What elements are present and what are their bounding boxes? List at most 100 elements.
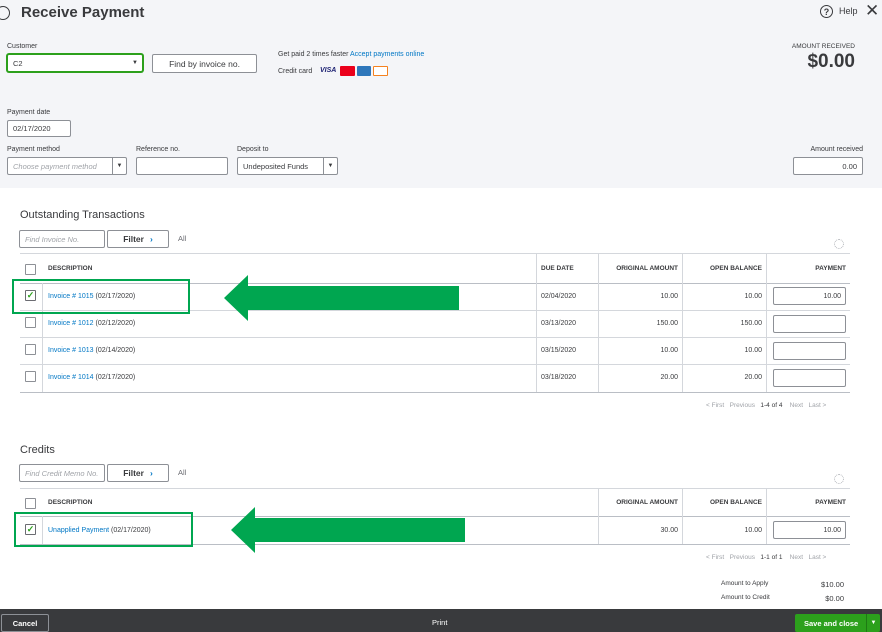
payment-input[interactable]: [773, 315, 846, 333]
open-balance-cell: 10.00: [744, 347, 762, 354]
credits-pager: < First Previous 1-1 of 1 Next Last >: [706, 554, 826, 561]
deposit-to-select[interactable]: Undeposited Funds ▼: [237, 157, 338, 175]
column-header[interactable]: PAYMENT: [815, 488, 846, 516]
cancel-button[interactable]: Cancel: [1, 614, 49, 632]
payment-input[interactable]: [773, 342, 846, 360]
column-header[interactable]: DUE DATE: [541, 253, 574, 283]
payment-date-input[interactable]: 02/17/2020: [7, 120, 71, 137]
pager-range: 1-4 of 4: [760, 402, 783, 409]
due-date-cell: 03/13/2020: [541, 320, 577, 327]
column-header[interactable]: ORIGINAL AMOUNT: [616, 253, 678, 283]
payment-input[interactable]: 10.00: [773, 521, 846, 539]
chevron-down-icon[interactable]: ▼: [112, 158, 126, 174]
row-checkbox[interactable]: [25, 317, 36, 328]
print-link[interactable]: Print: [432, 618, 447, 627]
amount-to-credit-label: Amount to Credit: [721, 594, 770, 601]
credit-memo-search-input[interactable]: Find Credit Memo No.: [19, 464, 105, 482]
pager-previous[interactable]: Previous: [730, 402, 755, 409]
customer-select[interactable]: C2 ▼: [7, 54, 143, 72]
help-link[interactable]: Help: [839, 6, 858, 16]
outstanding-title: Outstanding Transactions: [20, 209, 145, 221]
amount-to-apply-label: Amount to Apply: [721, 580, 769, 587]
payment-input[interactable]: 10.00: [773, 287, 846, 305]
open-balance-cell: 10.00: [744, 293, 762, 300]
arrow-left-icon: [224, 275, 459, 321]
amount-received-label: Amount received: [810, 146, 863, 153]
row-checkbox[interactable]: [25, 371, 36, 382]
pager-last[interactable]: Last >: [808, 554, 826, 561]
outstanding-table: DESCRIPTION DUE DATE ORIGINAL AMOUNT OPE…: [20, 253, 850, 393]
page-title: Receive Payment: [21, 4, 145, 21]
outstanding-pager: < First Previous 1-4 of 4 Next Last >: [706, 402, 826, 409]
promo-text: Get paid 2 times faster Accept payments …: [278, 51, 424, 58]
header-panel: [0, 0, 882, 188]
row-checkbox[interactable]: [25, 344, 36, 355]
description-cell: Invoice # 1013 (02/14/2020): [48, 347, 136, 354]
highlight-box: [12, 279, 190, 314]
original-amount-cell: 30.00: [660, 527, 678, 534]
find-by-invoice-button[interactable]: Find by invoice no.: [152, 54, 257, 73]
visa-icon: VISA: [320, 67, 337, 74]
pager-first[interactable]: < First: [706, 554, 724, 561]
reference-label: Reference no.: [136, 146, 180, 153]
original-amount-cell: 20.00: [660, 374, 678, 381]
credit-memo-search-placeholder: Find Credit Memo No.: [25, 468, 99, 478]
outstanding-filter-button[interactable]: Filter ›: [107, 230, 169, 248]
due-date-cell: 03/18/2020: [541, 374, 577, 381]
amount-to-credit-value: $0.00: [825, 594, 844, 603]
customer-label: Customer: [7, 43, 38, 50]
mastercard-icon: [340, 66, 355, 76]
save-and-close-button[interactable]: Save and close ▼: [795, 614, 880, 632]
open-balance-cell: 10.00: [744, 527, 762, 534]
invoice-link[interactable]: Invoice # 1012: [48, 320, 94, 327]
close-icon[interactable]: ✕: [865, 1, 879, 21]
chevron-down-icon[interactable]: ▼: [128, 55, 142, 71]
open-balance-cell: 150.00: [740, 320, 762, 327]
amex-icon: [357, 66, 371, 76]
open-balance-cell: 20.00: [744, 374, 762, 381]
select-all-checkbox[interactable]: [25, 498, 36, 509]
payment-date-value: 02/17/2020: [13, 124, 51, 133]
amount-received-input[interactable]: 0.00: [793, 157, 863, 175]
filter-label: Filter: [123, 234, 144, 244]
pager-previous[interactable]: Previous: [730, 554, 755, 561]
payment-input[interactable]: [773, 369, 846, 387]
highlight-box: [14, 512, 193, 547]
save-options-caret[interactable]: ▼: [866, 614, 880, 632]
gear-icon[interactable]: [834, 474, 844, 484]
due-date-cell: 02/04/2020: [541, 293, 577, 300]
deposit-to-value: Undeposited Funds: [243, 161, 309, 171]
invoice-link[interactable]: Invoice # 1013: [48, 347, 94, 354]
invoice-search-input[interactable]: Find Invoice No.: [19, 230, 105, 248]
discover-icon: [373, 66, 388, 76]
original-amount-cell: 150.00: [656, 320, 678, 327]
credit-card-label: Credit card: [278, 68, 313, 75]
promo-message: Get paid 2 times faster: [278, 51, 349, 58]
chevron-right-icon: ›: [149, 468, 153, 478]
select-all-checkbox[interactable]: [25, 264, 36, 275]
column-header[interactable]: OPEN BALANCE: [710, 488, 762, 516]
column-header[interactable]: OPEN BALANCE: [710, 253, 762, 283]
pager-next[interactable]: Next: [790, 402, 803, 409]
pager-last[interactable]: Last >: [808, 402, 826, 409]
pager-first[interactable]: < First: [706, 402, 724, 409]
pager-next[interactable]: Next: [790, 554, 803, 561]
customer-value: C2: [13, 58, 23, 68]
gear-icon[interactable]: [834, 239, 844, 249]
arrow-left-icon: [231, 507, 465, 553]
reference-input[interactable]: [136, 157, 228, 175]
invoice-link[interactable]: Invoice # 1014: [48, 374, 94, 381]
column-header[interactable]: PAYMENT: [815, 253, 846, 283]
column-header[interactable]: ORIGINAL AMOUNT: [616, 488, 678, 516]
accept-payments-link[interactable]: Accept payments online: [350, 51, 424, 58]
filter-label: Filter: [123, 468, 144, 478]
payment-method-placeholder: Choose payment method: [13, 161, 97, 171]
help-icon[interactable]: ?: [820, 5, 833, 18]
outstanding-all-label: All: [178, 234, 187, 243]
payment-method-select[interactable]: Choose payment method ▼: [7, 157, 127, 175]
invoice-search-placeholder: Find Invoice No.: [25, 234, 80, 244]
original-amount-cell: 10.00: [660, 293, 678, 300]
original-amount-cell: 10.00: [660, 347, 678, 354]
chevron-down-icon[interactable]: ▼: [323, 158, 337, 174]
credits-filter-button[interactable]: Filter ›: [107, 464, 169, 482]
